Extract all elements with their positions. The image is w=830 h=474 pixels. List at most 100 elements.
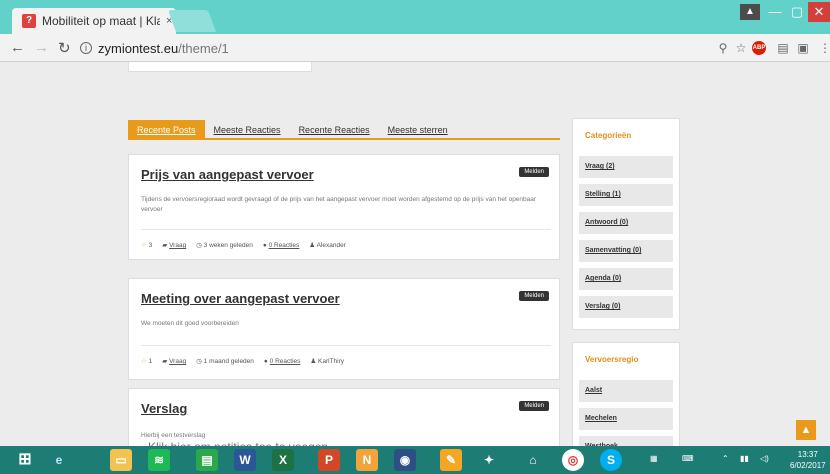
report-button[interactable]: Melden — [519, 401, 549, 411]
clock-icon: ◷ — [196, 358, 202, 365]
app-icon-2[interactable]: ✦ — [478, 449, 500, 471]
site-favicon-icon: ? — [22, 14, 36, 28]
post-author: Alexander — [316, 242, 346, 249]
star-icon: ☆ — [141, 358, 147, 365]
back-arrow-icon[interactable]: ← — [10, 39, 25, 56]
minimize-icon[interactable]: — — [764, 2, 786, 22]
category-item[interactable]: Vraag (2) — [579, 156, 673, 178]
browser-tab[interactable]: ? Mobiliteit op maat | Klan × — [12, 8, 176, 34]
excel-icon[interactable]: X — [272, 449, 294, 471]
star-icon: ☆ — [141, 242, 147, 249]
star-count: 3 — [148, 242, 153, 249]
tab-recent-posts[interactable]: Recente Posts — [128, 120, 205, 140]
maximize-icon[interactable]: ▢ — [786, 2, 808, 22]
taskbar-clock[interactable]: 13:37 6/02/2017 — [790, 449, 826, 471]
tray-arrow-icon[interactable]: ⌃ — [722, 454, 729, 463]
post-meta: ☆ 1 ▰ Vraag ◷ 1 maand geleden ● 0 Reacti… — [141, 357, 344, 366]
post-time: 1 maand geleden — [203, 358, 254, 365]
clock-date: 6/02/2017 — [790, 461, 826, 470]
divider — [141, 229, 551, 230]
category-link[interactable]: Vraag — [169, 358, 186, 365]
new-tab-button[interactable] — [167, 10, 217, 32]
post-meta: ☆ 3 ▰ Vraag ◷ 3 weken geleden ● 0 Reacti… — [141, 241, 346, 250]
keyboard-icon[interactable]: ⌨ — [682, 454, 694, 463]
extension-icon[interactable]: ▤ — [776, 41, 790, 55]
reactions-link[interactable]: 0 Reacties — [270, 358, 301, 365]
paint-icon[interactable]: ✎ — [440, 449, 462, 471]
category-item[interactable]: Agenda (0) — [579, 268, 673, 290]
skype-icon[interactable]: S — [600, 449, 622, 471]
spotify-icon[interactable]: ≋ — [148, 449, 170, 471]
category-item[interactable]: Stelling (1) — [579, 184, 673, 206]
url-host: zymiontest.eu — [98, 40, 179, 56]
top-card — [128, 62, 312, 72]
reactions-link[interactable]: 0 Reacties — [269, 242, 300, 249]
region-item[interactable]: Aalst — [579, 380, 673, 402]
categories-title: Categorieën — [585, 131, 632, 140]
word-icon[interactable]: W — [234, 449, 256, 471]
region-item[interactable]: Mechelen — [579, 408, 673, 430]
url-path: /theme/1 — [178, 40, 229, 56]
page-content: Recente Posts Meeste Reacties Recente Re… — [0, 62, 830, 446]
tab-most-reactions[interactable]: Meeste Reacties — [205, 120, 290, 140]
category-link[interactable]: Vraag — [169, 242, 186, 249]
tab-recent-reactions[interactable]: Recente Reacties — [290, 120, 379, 140]
post-tabs: Recente Posts Meeste Reacties Recente Re… — [128, 120, 560, 140]
tab-title: Mobiliteit op maat | Klan — [42, 14, 160, 28]
adblock-icon[interactable]: ABP — [752, 41, 766, 55]
ie-icon[interactable]: e — [48, 449, 70, 471]
close-window-icon[interactable]: ✕ — [808, 2, 830, 22]
windows-start-icon[interactable]: ⊞ — [14, 449, 36, 471]
regions-widget: Vervoersregio Aalst Mechelen Westhoek — [572, 342, 680, 446]
notifications-icon[interactable]: ▦ — [650, 454, 658, 463]
store-icon[interactable]: ▤ — [196, 449, 218, 471]
forward-arrow-icon[interactable]: → — [34, 39, 49, 56]
reload-icon[interactable]: ↻ — [58, 39, 71, 57]
folder-icon: ▰ — [162, 358, 168, 365]
region-item[interactable]: Westhoek — [579, 436, 673, 446]
report-button[interactable]: Melden — [519, 291, 549, 301]
clock-time: 13:37 — [797, 450, 818, 459]
scroll-to-top-button[interactable]: ▲ — [796, 420, 816, 440]
post-title[interactable]: Prijs van aangepast vervoer — [141, 167, 314, 182]
app-icon[interactable]: ◉ — [394, 449, 416, 471]
user-profile-icon[interactable]: ▲ — [740, 4, 760, 20]
post-card: Meeting over aangepast vervoer Melden We… — [128, 278, 560, 380]
bookmark-star-icon[interactable]: ☆ — [734, 41, 748, 55]
post-excerpt: Tijdens de vervoersregioraad wordt gevra… — [141, 196, 537, 213]
post-title[interactable]: Meeting over aangepast vervoer — [141, 291, 340, 306]
powerpoint-icon[interactable]: P — [318, 449, 340, 471]
categories-widget: Categorieën Vraag (2) Stelling (1) Antwo… — [572, 118, 680, 330]
user-icon: ♟ — [309, 242, 316, 249]
browser-toolbar: ← → ↻ i zymiontest.eu /theme/1 ⚲ ☆ ABP ▤… — [0, 34, 830, 62]
volume-icon[interactable]: ◁) — [760, 454, 769, 463]
comment-icon: ● — [262, 241, 267, 249]
post-title[interactable]: Verslag — [141, 401, 187, 416]
category-item[interactable]: Samenvatting (0) — [579, 240, 673, 262]
category-item[interactable]: Verslag (0) — [579, 296, 673, 318]
category-item[interactable]: Antwoord (0) — [579, 212, 673, 234]
report-button[interactable]: Melden — [519, 167, 549, 177]
menu-icon[interactable]: ⋮ — [818, 41, 830, 55]
info-icon[interactable]: i — [80, 42, 92, 54]
home-icon[interactable]: ⌂ — [522, 449, 544, 471]
post-card: Verslag Melden Hierbij een testverslag — [128, 388, 560, 446]
folder-icon: ▰ — [162, 242, 168, 249]
post-card: Prijs van aangepast vervoer Melden Tijde… — [128, 154, 560, 260]
extension-icon-2[interactable]: ▣ — [796, 41, 810, 55]
network-icon[interactable]: ▮▮ — [740, 454, 749, 463]
address-bar[interactable]: i zymiontest.eu /theme/1 — [80, 38, 640, 58]
comment-icon: ● — [263, 357, 268, 365]
user-icon: ♟ — [310, 358, 317, 365]
windows-taskbar: ⊞ e ▭ ≋ ▤ W X P N ◉ ✎ ✦ ⌂ ◎ S ▦ ⌨ ⌃ ▮▮ ◁… — [0, 446, 830, 474]
zoom-icon[interactable]: ⚲ — [716, 41, 730, 55]
chrome-icon[interactable]: ◎ — [562, 449, 584, 471]
tab-most-stars[interactable]: Meeste sterren — [379, 120, 457, 140]
onenote-icon[interactable]: N — [356, 449, 378, 471]
clock-icon: ◷ — [196, 242, 202, 249]
file-explorer-icon[interactable]: ▭ — [110, 449, 132, 471]
star-count: 1 — [148, 358, 153, 365]
divider — [141, 345, 551, 346]
post-excerpt: We moeten dit goed voorbereiden — [141, 320, 239, 327]
browser-titlebar: ? Mobiliteit op maat | Klan × ▲ — ▢ ✕ — [0, 0, 830, 34]
